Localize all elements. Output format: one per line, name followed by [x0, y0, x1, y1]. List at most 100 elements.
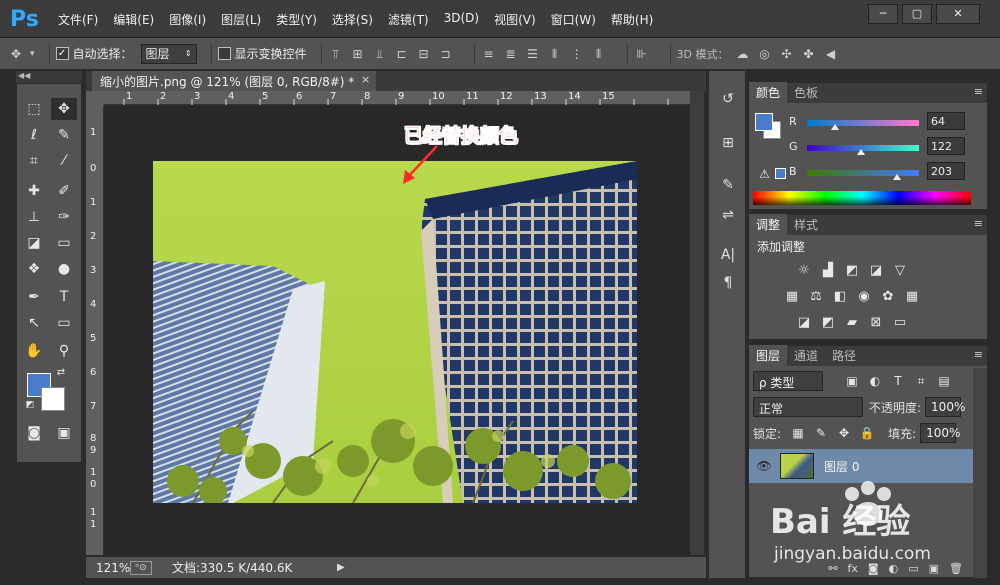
toolbox-header[interactable]: ◀◀ — [16, 71, 82, 83]
distribute-vcenter-icon[interactable]: ≣ — [503, 46, 519, 62]
document-image[interactable] — [153, 161, 637, 503]
web-safe-swatch[interactable] — [775, 168, 786, 179]
lock-pixels-icon[interactable]: ✎ — [812, 424, 830, 442]
3d-rotate-icon[interactable]: ☁ — [735, 46, 751, 62]
red-track[interactable] — [807, 120, 919, 126]
visibility-eye-icon[interactable]: 👁 — [753, 459, 775, 473]
document-tab[interactable]: 缩小的图片.png @ 121% (图层 0, RGB/8#) * × — [92, 71, 377, 91]
move-tool-preset[interactable]: ✥ ▾ — [8, 46, 35, 62]
3d-slide-icon[interactable]: ✤ — [801, 46, 817, 62]
proof-icon[interactable]: ᵒ⊙ — [130, 560, 152, 575]
maximize-button[interactable]: ▢ — [902, 4, 932, 24]
minimize-button[interactable]: ─ — [868, 4, 898, 24]
auto-align-icon[interactable]: ⊪ — [634, 46, 650, 62]
red-thumb[interactable] — [831, 124, 839, 130]
tab-channels[interactable]: 通道 — [787, 345, 825, 366]
distribute-top-icon[interactable]: ≡ — [481, 46, 497, 62]
filter-shape-icon[interactable]: ⌗ — [912, 372, 930, 390]
levels-icon[interactable]: ▟ — [819, 263, 837, 279]
auto-select-checkbox[interactable]: ✓ — [55, 47, 69, 60]
red-value[interactable]: 64 — [927, 112, 965, 130]
delete-layer-icon[interactable]: 🗑 — [949, 562, 963, 575]
menu-view[interactable]: 视图(V) — [494, 11, 536, 28]
auto-select-target-dropdown[interactable]: 图层 ⇕ — [140, 43, 197, 64]
pen-tool-icon[interactable]: ✒ — [21, 286, 47, 308]
menu-help[interactable]: 帮助(H) — [611, 11, 653, 28]
menu-file[interactable]: 文件(F) — [58, 11, 98, 28]
align-bottom-icon[interactable]: ⫫ — [372, 46, 388, 62]
add-mask-icon[interactable]: ◙ — [868, 562, 879, 575]
new-group-icon[interactable]: ▭ — [908, 562, 918, 575]
layer-name[interactable]: 图层 0 — [824, 458, 859, 475]
tab-adjustments[interactable]: 调整 — [749, 214, 788, 235]
distribute-right-icon[interactable]: ⦀ — [591, 46, 607, 62]
opacity-input[interactable]: 100% — [925, 397, 965, 417]
tab-paths[interactable]: 路径 — [825, 345, 863, 366]
tab-swatches[interactable]: 色板 — [787, 82, 825, 103]
distribute-bottom-icon[interactable]: ☰ — [525, 46, 541, 62]
align-right-icon[interactable]: ⊐ — [438, 46, 454, 62]
gradient-tool-icon[interactable]: ▭ — [51, 232, 77, 254]
blur-tool-icon[interactable]: ❖ — [21, 258, 47, 280]
menu-window[interactable]: 窗口(W) — [551, 11, 596, 28]
color-lookup-icon[interactable]: ▦ — [903, 289, 921, 305]
hand-tool-icon[interactable]: ✋ — [21, 340, 47, 362]
3d-drag-icon[interactable]: ✣ — [779, 46, 795, 62]
selective-color-icon[interactable]: ⊠ — [867, 315, 885, 331]
zoom-level[interactable]: 121% — [96, 561, 130, 575]
screen-mode-icon[interactable]: ▣ — [51, 422, 77, 444]
green-slider[interactable]: G 122 — [789, 137, 969, 156]
lock-transparency-icon[interactable]: ▦ — [789, 424, 807, 442]
hue-saturation-icon[interactable]: ▦ — [783, 289, 801, 305]
quick-select-tool-icon[interactable]: ✎ — [51, 124, 77, 146]
exposure-icon[interactable]: ◪ — [867, 263, 885, 279]
menu-filter[interactable]: 滤镜(T) — [388, 11, 429, 28]
marquee-tool-icon[interactable]: ⬚ — [21, 98, 47, 120]
zoom-tool-icon[interactable]: ⚲ — [51, 340, 77, 362]
layer-style-icon[interactable]: fx — [848, 562, 858, 575]
history-brush-tool-icon[interactable]: ✑ — [51, 206, 77, 228]
move-tool-icon[interactable]: ✥ — [51, 98, 77, 120]
menu-3d[interactable]: 3D(D) — [444, 11, 479, 28]
red-slider[interactable]: R 64 — [789, 112, 969, 131]
status-menu-arrow-icon[interactable]: ▶ — [337, 562, 345, 573]
eyedropper-tool-icon[interactable]: ⁄ — [51, 150, 77, 172]
color-spectrum[interactable] — [753, 191, 971, 205]
tab-color[interactable]: 颜色 — [749, 82, 788, 103]
layer-thumbnail[interactable] — [780, 453, 814, 479]
close-document-icon[interactable]: × — [361, 73, 370, 86]
ruler-origin[interactable] — [86, 91, 104, 105]
blue-track[interactable] — [807, 170, 919, 176]
horizontal-ruler[interactable]: 1 2 3 4 5 6 7 8 9 10 11 12 13 14 15 — [104, 91, 690, 105]
lasso-tool-icon[interactable]: ℓ — [21, 124, 47, 146]
paragraph-icon[interactable]: ¶ — [718, 273, 738, 293]
layer-row[interactable]: 👁 图层 0 — [749, 449, 973, 483]
photo-filter-icon[interactable]: ◉ — [855, 289, 873, 305]
blend-mode-dropdown[interactable]: 正常 — [753, 397, 863, 417]
new-adjustment-icon[interactable]: ◐ — [889, 562, 899, 575]
properties-icon[interactable]: ⊞ — [718, 133, 738, 153]
lock-position-icon[interactable]: ✥ — [835, 424, 853, 442]
crop-tool-icon[interactable]: ⌗ — [21, 150, 47, 172]
filter-pixel-icon[interactable]: ▣ — [843, 372, 861, 390]
lock-all-icon[interactable]: 🔒 — [858, 424, 876, 442]
show-transform-checkbox[interactable] — [217, 47, 231, 60]
3d-roll-icon[interactable]: ◎ — [757, 46, 773, 62]
filter-smart-object-icon[interactable]: ▤ — [935, 372, 953, 390]
default-colors-icon[interactable]: ◩ — [23, 398, 37, 412]
eraser-tool-icon[interactable]: ◪ — [21, 232, 47, 254]
menu-edit[interactable]: 编辑(E) — [113, 11, 154, 28]
gamut-warning-icon[interactable]: ⚠ — [759, 167, 770, 181]
panel-menu-icon[interactable]: ≡ — [974, 348, 983, 361]
brightness-icon[interactable]: ☼ — [795, 263, 813, 279]
distribute-hcenter-icon[interactable]: ⋮ — [569, 46, 585, 62]
new-layer-icon[interactable]: ▣ — [929, 562, 939, 575]
align-left-icon[interactable]: ⊏ — [394, 46, 410, 62]
canvas-scrollbar[interactable] — [690, 91, 704, 555]
close-window-button[interactable]: ✕ — [936, 4, 980, 24]
collapse-icon[interactable]: ◀◀ — [18, 71, 30, 80]
channel-mixer-icon[interactable]: ✿ — [879, 289, 897, 305]
align-hcenter-icon[interactable]: ⊟ — [416, 46, 432, 62]
3d-scale-icon[interactable]: ◀ — [823, 46, 839, 62]
distribute-left-icon[interactable]: ⫴ — [547, 46, 563, 62]
